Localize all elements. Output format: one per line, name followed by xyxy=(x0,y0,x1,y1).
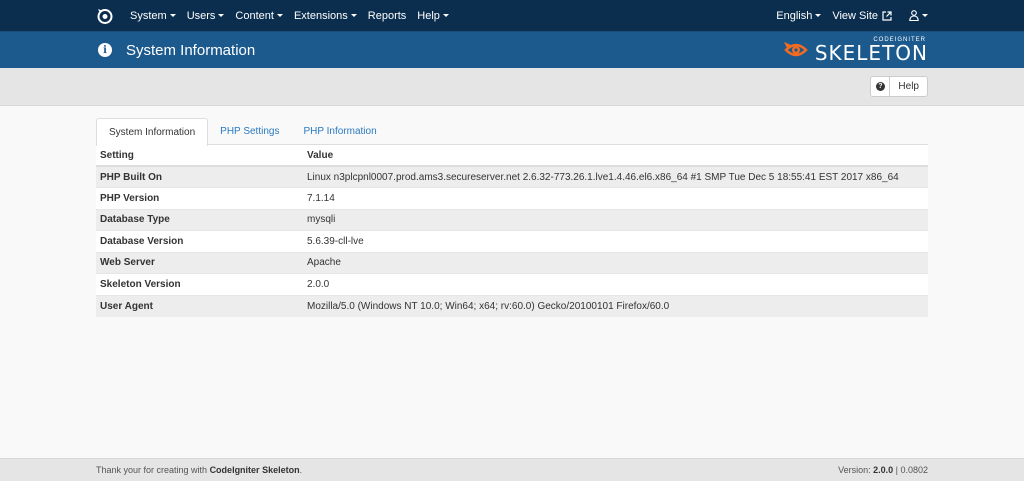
caret-down-icon xyxy=(815,14,822,17)
tab-system-information[interactable]: System Information xyxy=(96,118,209,146)
caret-down-icon xyxy=(218,14,225,17)
table-row: PHP Built On Linux n3plcpnl0007.prod.ams3… xyxy=(96,165,928,188)
view-site-label: View Site xyxy=(832,9,878,22)
caret-down-icon xyxy=(276,14,283,17)
system-info-table: Setting Value PHP Built On Linux n3plcpnl… xyxy=(96,145,928,317)
footer: Thank your for creating with CodeIgniter… xyxy=(0,458,1024,481)
question-circle-icon: ? xyxy=(875,82,885,91)
setting-name: User Agent xyxy=(96,294,303,317)
language-label: English xyxy=(776,9,813,22)
menu-extensions[interactable]: Extensions xyxy=(294,10,357,22)
setting-value: mysqli xyxy=(303,208,928,231)
version-number: 2.0.0 xyxy=(873,465,894,475)
menu-reports[interactable]: Reports xyxy=(368,10,407,22)
table-row: PHP Version 7.1.14 xyxy=(96,187,928,209)
column-header-value: Value xyxy=(303,145,928,167)
setting-value: 7.1.14 xyxy=(303,187,928,209)
external-link-icon xyxy=(882,10,892,21)
brand-logo-icon[interactable] xyxy=(96,7,114,25)
column-header-setting: Setting xyxy=(96,145,303,167)
menu-system[interactable]: System xyxy=(130,10,176,22)
footer-thanks-text: Thank your for creating with xyxy=(96,465,210,475)
menu-users[interactable]: Users xyxy=(187,10,225,22)
setting-name: Database Version xyxy=(96,230,303,252)
user-menu[interactable] xyxy=(903,10,928,21)
tab-php-settings[interactable]: PHP Settings xyxy=(208,118,291,144)
language-selector[interactable]: English xyxy=(776,9,822,22)
table-row: Web Server Apache xyxy=(96,251,928,274)
menu-content[interactable]: Content xyxy=(235,10,283,22)
footer-version: Version: 2.0.0 | 0.0802 xyxy=(838,465,928,475)
version-label: Version: xyxy=(838,465,874,475)
setting-value: Mozilla/5.0 (Windows NT 10.0; Win64; x64… xyxy=(303,294,928,317)
tab-php-information[interactable]: PHP Information xyxy=(291,118,388,144)
table-row: Skeleton Version 2.0.0 xyxy=(96,273,928,295)
tab-bar: System Information PHP Settings PHP Info… xyxy=(96,118,928,146)
menu-users-label: Users xyxy=(186,9,216,22)
help-button-label: Help xyxy=(898,81,919,92)
logo-title: SKELETON xyxy=(814,41,928,65)
caret-down-icon xyxy=(922,14,928,17)
setting-value: Linux n3plcpnl0007.prod.ams3.secureserve… xyxy=(303,165,928,188)
setting-value: 5.6.39-cll-lve xyxy=(303,230,928,252)
menu-help-label: Help xyxy=(417,9,440,22)
main-content: System Information PHP Settings PHP Info… xyxy=(0,106,1024,317)
user-icon xyxy=(909,10,919,21)
main-menu: System Users Content Extensions Reports … xyxy=(130,10,460,22)
setting-name: PHP Built On xyxy=(96,165,303,188)
table-header-row: Setting Value xyxy=(96,145,928,167)
help-button[interactable]: ? Help xyxy=(870,76,928,97)
menu-help[interactable]: Help xyxy=(417,10,449,22)
setting-name: Web Server xyxy=(96,251,303,274)
menu-extensions-label: Extensions xyxy=(293,9,348,22)
page-title: System Information xyxy=(126,41,256,59)
caret-down-icon xyxy=(350,14,357,17)
footer-credits: Thank your for creating with CodeIgniter… xyxy=(96,465,302,475)
table-row: Database Type mysqli xyxy=(96,208,928,231)
setting-name: Skeleton Version xyxy=(96,273,303,295)
caret-down-icon xyxy=(169,14,176,17)
top-navbar: System Users Content Extensions Reports … xyxy=(0,0,1024,31)
menu-reports-label: Reports xyxy=(367,9,407,22)
setting-name: Database Type xyxy=(96,208,303,231)
menu-content-label: Content xyxy=(235,9,274,22)
view-site-link[interactable]: View Site xyxy=(832,10,892,22)
right-menu: English View Site xyxy=(776,10,928,22)
toolbar: ? Help xyxy=(0,68,1024,106)
skeleton-logo[interactable]: CODEIGNITER SKELETON xyxy=(783,37,928,63)
caret-down-icon xyxy=(442,14,449,17)
table-row: Database Version 5.6.39-cll-lve xyxy=(96,230,928,252)
footer-credits-link[interactable]: CodeIgniter Skeleton xyxy=(210,465,300,475)
footer-thanks-suffix: . xyxy=(299,465,303,475)
table-row: User Agent Mozilla/5.0 (Windows NT 10.0; … xyxy=(96,294,928,317)
setting-name: PHP Version xyxy=(96,187,303,209)
skeleton-eye-icon xyxy=(783,42,808,57)
setting-value: 2.0.0 xyxy=(303,273,928,295)
info-icon: i xyxy=(98,43,112,57)
help-button-icon-area: ? xyxy=(871,77,891,96)
menu-system-label: System xyxy=(130,9,167,22)
page-header: i System Information CODEIGNITER SKELETO… xyxy=(0,31,1024,68)
elapsed-time: 0.0802 xyxy=(900,465,928,475)
setting-value: Apache xyxy=(303,251,928,274)
